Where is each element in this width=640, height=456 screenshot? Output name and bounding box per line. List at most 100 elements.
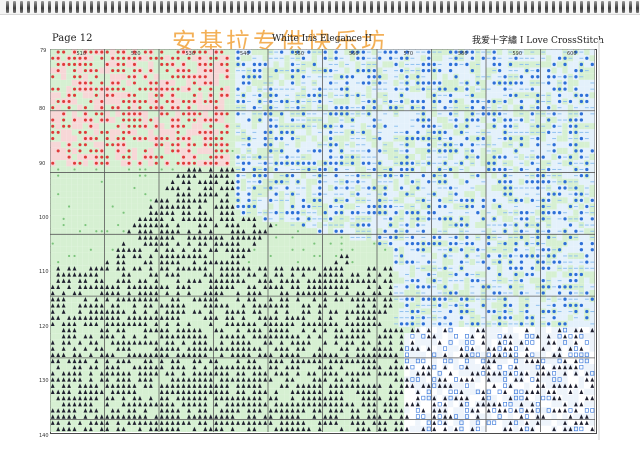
binding-ring [132, 1, 135, 13]
stitch-cell [60, 141, 67, 148]
stitch-cell [60, 73, 67, 80]
stitch-symbol [263, 143, 267, 147]
stitch-symbol [312, 168, 317, 170]
stitch-symbol [377, 88, 382, 90]
stitch-symbol [535, 218, 540, 220]
stitch-cell [426, 172, 432, 179]
stitch-cell [551, 228, 557, 235]
stitch-cell [77, 98, 83, 105]
binding-ring [6, 1, 9, 13]
stitch-cell [104, 79, 110, 87]
binding-ring [174, 1, 177, 13]
stitch-cell [115, 110, 121, 117]
stitch-symbol [263, 161, 267, 165]
stitch-cell [229, 191, 236, 198]
stitch-symbol [410, 57, 415, 59]
stitch-symbol [481, 112, 485, 116]
stitch-symbol [378, 56, 382, 60]
stitch-symbol [62, 223, 65, 227]
stitch-cell [284, 135, 290, 142]
stitch-symbol [198, 75, 202, 79]
stitch-symbol [378, 149, 382, 153]
stitch-symbol [415, 107, 420, 109]
stitch-cell [349, 79, 356, 87]
stitch-symbol [187, 118, 191, 122]
stitch-symbol [579, 57, 584, 59]
stitch-symbol [372, 75, 376, 79]
stitch-cell [409, 110, 416, 117]
stitch-cell [262, 191, 268, 198]
stitch-symbol [361, 113, 366, 115]
stitch-cell [197, 160, 203, 167]
stitch-cell [71, 110, 78, 117]
stitch-cell [409, 172, 416, 179]
stitch-symbol [301, 124, 306, 128]
stitch-symbol [274, 68, 278, 73]
stitch-symbol [367, 149, 371, 153]
stitch-symbol [552, 75, 556, 79]
stitch-cell [218, 98, 225, 105]
stitch-symbol [492, 99, 496, 104]
stitch-cell [88, 172, 94, 179]
stitch-symbol [263, 212, 268, 214]
stitch-symbol [470, 118, 475, 122]
stitch-cell [333, 234, 339, 241]
stitch-cell [529, 191, 536, 198]
stitch-symbol [312, 93, 316, 97]
stitch-cell [338, 49, 345, 56]
stitch-symbol [405, 161, 409, 165]
stitch-symbol [465, 212, 469, 214]
stitch-cell [426, 98, 432, 105]
stitch-symbol [448, 224, 453, 226]
stitch-symbol [182, 112, 186, 116]
stitch-symbol [67, 106, 71, 110]
stitch-cell [420, 209, 427, 216]
stitch-cell [159, 172, 165, 179]
stitch-cell [496, 141, 503, 148]
stitch-symbol [241, 161, 246, 165]
stitch-symbol [356, 174, 360, 178]
stitch-cell [344, 221, 350, 229]
stitch-cell [104, 110, 110, 117]
stitch-symbol [274, 88, 279, 90]
stitch-symbol [503, 81, 507, 85]
stitch-symbol [366, 51, 371, 53]
stitch-cell [529, 215, 536, 222]
stitch-symbol [127, 106, 131, 110]
stitch-symbol [394, 131, 398, 133]
stitch-symbol [149, 81, 153, 85]
stitch-cell [442, 209, 448, 216]
binding-ring [503, 1, 506, 13]
stitch-symbol [312, 125, 317, 127]
stitch-symbol [541, 51, 546, 53]
stitch-cell [311, 135, 318, 142]
stitch-cell [409, 129, 416, 136]
stitch-cell [175, 166, 181, 173]
stitch-cell [142, 67, 149, 74]
stitch-symbol [454, 235, 458, 240]
stitch-cell [120, 221, 127, 229]
stitch-symbol [247, 161, 251, 165]
stitch-cell [93, 221, 100, 229]
stitch-symbol [356, 93, 360, 97]
stitch-cell [246, 166, 252, 173]
stitch-cell [355, 123, 361, 130]
stitch-symbol [492, 217, 496, 221]
binding-ring [363, 1, 366, 13]
stitch-cell [180, 184, 187, 192]
stitch-symbol [459, 230, 464, 232]
stitch-cell [300, 129, 307, 136]
stitch-cell [55, 215, 61, 222]
stitch-cell [300, 228, 307, 235]
stitch-cell [295, 172, 301, 179]
stitch-symbol [459, 161, 464, 165]
stitch-symbol [508, 93, 513, 97]
stitch-cell [169, 79, 176, 87]
stitch-symbol [214, 56, 218, 60]
stitch-symbol [56, 62, 60, 66]
stitch-symbol [339, 187, 344, 189]
stitch-symbol [279, 212, 284, 214]
stitch-cell [480, 160, 486, 167]
stitch-cell [436, 221, 443, 229]
stitch-cell [218, 116, 225, 124]
